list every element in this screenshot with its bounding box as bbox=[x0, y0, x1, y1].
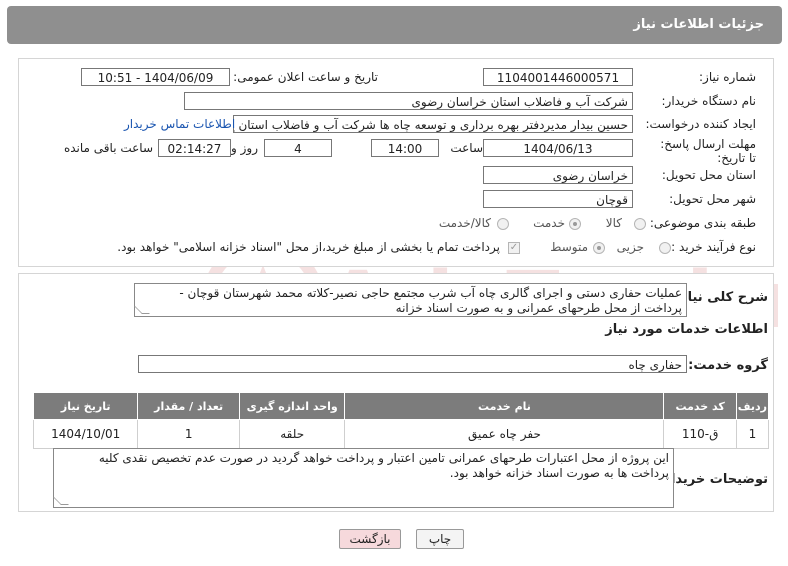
deadline-label: مهلت ارسال پاسخ: تا تاریخ: bbox=[660, 137, 756, 165]
process-radio-minor[interactable] bbox=[659, 242, 671, 254]
col-header-quantity: تعداد / مقدار bbox=[137, 392, 240, 420]
need-number-field: 1104001446000571 bbox=[483, 68, 633, 86]
page-header: جزئیات اطلاعات نیاز bbox=[7, 6, 782, 44]
buyer-contact-link[interactable]: اطلاعات تماس خریدار bbox=[124, 117, 235, 131]
days-left-label: روز و bbox=[231, 141, 258, 155]
cell-row-number: 1 bbox=[735, 419, 770, 449]
time-left-label: ساعت باقی مانده bbox=[63, 141, 153, 155]
buyer-notes-textarea[interactable]: این پروژه از محل اعتبارات طرحهای عمرانی … bbox=[53, 448, 674, 508]
category-option-goods: کالا bbox=[605, 216, 622, 230]
col-header-row-number: ردیف bbox=[735, 392, 770, 420]
services-table: ردیف کد خدمت نام خدمت واحد اندازه گیری ت… bbox=[32, 392, 770, 449]
table-row: 1 ق-110 حفر چاه عمیق حلقه 1 1404/10/01 bbox=[32, 419, 770, 449]
announce-datetime-label: تاریخ و ساعت اعلان عمومی: bbox=[233, 70, 378, 84]
process-radio-medium[interactable] bbox=[593, 242, 605, 254]
process-type-label: نوع فرآیند خرید : bbox=[671, 240, 756, 254]
print-button[interactable]: چاپ bbox=[416, 529, 464, 549]
category-label: طبقه بندی موضوعی: bbox=[649, 216, 756, 230]
category-radio-goods-service[interactable] bbox=[497, 218, 509, 230]
page-title: جزئیات اطلاعات نیاز bbox=[633, 17, 764, 32]
deadline-time-field: 14:00 bbox=[371, 139, 439, 157]
table-header-row: ردیف کد خدمت نام خدمت واحد اندازه گیری ت… bbox=[32, 392, 770, 420]
back-button[interactable]: بازگشت bbox=[339, 529, 401, 549]
days-left-field: 4 bbox=[264, 139, 332, 157]
service-group-field: حفاری چاه bbox=[138, 355, 687, 373]
deadline-time-label: ساعت bbox=[450, 141, 483, 155]
cell-service-name: حفر چاه عمیق bbox=[344, 419, 665, 449]
treasury-payment-note: پرداخت تمام یا بخشی از مبلغ خرید،از محل … bbox=[117, 240, 500, 254]
need-summary-textarea[interactable]: عملیات حفاری دستی و اجرای گالری چاه آب ش… bbox=[134, 283, 687, 317]
treasury-payment-checkbox[interactable]: ✓ bbox=[508, 242, 520, 254]
deadline-date-field: 1404/06/13 bbox=[483, 139, 633, 157]
services-info-heading: اطلاعات خدمات مورد نیاز bbox=[605, 322, 768, 337]
category-option-service: خدمت bbox=[533, 216, 565, 230]
city-field: قوچان bbox=[483, 190, 633, 208]
buyer-notes-label: توضیحات خریدار: bbox=[658, 472, 768, 487]
announce-datetime-field: 1404/06/09 - 10:51 bbox=[81, 68, 230, 86]
category-option-goods-service: کالا/خدمت bbox=[438, 216, 491, 230]
province-field: خراسان رضوی bbox=[483, 166, 633, 184]
col-header-need-date: تاریخ نیاز bbox=[32, 392, 139, 420]
time-left-field: 02:14:27 bbox=[158, 139, 231, 157]
cell-unit: حلقه bbox=[238, 419, 346, 449]
category-radio-service[interactable] bbox=[569, 218, 581, 230]
city-label: شهر محل تحویل: bbox=[669, 192, 756, 206]
col-header-service-name: نام خدمت bbox=[344, 392, 665, 420]
need-number-label: شماره نیاز: bbox=[699, 70, 756, 84]
buyer-org-field: شرکت آب و فاضلاب استان خراسان رضوی bbox=[184, 92, 633, 110]
cell-need-date: 1404/10/01 bbox=[32, 419, 139, 449]
province-label: استان محل تحویل: bbox=[661, 168, 756, 182]
category-radio-goods[interactable] bbox=[634, 218, 646, 230]
requester-field: حسین بیدار مدیردفتر بهره برداری و توسعه … bbox=[233, 115, 633, 133]
cell-service-code: ق-110 bbox=[663, 419, 737, 449]
col-header-service-code: کد خدمت bbox=[663, 392, 737, 420]
cell-quantity: 1 bbox=[137, 419, 240, 449]
buyer-org-label: نام دستگاه خریدار: bbox=[661, 94, 757, 108]
service-group-label: گروه خدمت: bbox=[688, 358, 768, 373]
requester-label: ایجاد کننده درخواست: bbox=[645, 117, 756, 131]
process-option-minor: جزیی bbox=[616, 240, 644, 254]
need-summary-label: شرح کلی نیاز: bbox=[674, 290, 768, 305]
process-option-medium: متوسط bbox=[550, 240, 588, 254]
col-header-unit: واحد اندازه گیری bbox=[238, 392, 346, 420]
